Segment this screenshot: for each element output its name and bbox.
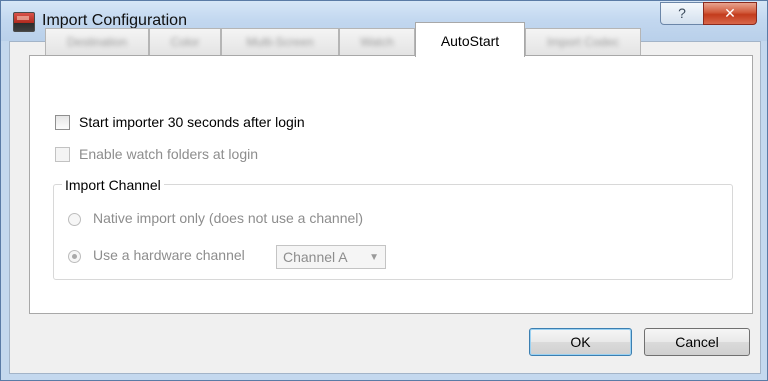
watch-folders-checkbox[interactable]: [55, 147, 70, 162]
help-button[interactable]: ?: [660, 2, 704, 25]
watch-folders-label[interactable]: Enable watch folders at login: [79, 146, 258, 162]
channel-select[interactable]: Channel A ▼: [276, 245, 386, 269]
tab-label: Import Codec: [546, 35, 620, 49]
tab-label: Color: [170, 35, 200, 49]
native-import-radio[interactable]: [68, 213, 81, 226]
tab-label: AutoStart: [440, 33, 500, 49]
tab-multi-screen[interactable]: Multi-Screen: [221, 28, 339, 56]
tab-color[interactable]: Color: [149, 28, 221, 56]
import-channel-group: [53, 184, 733, 280]
hardware-channel-label[interactable]: Use a hardware channel: [93, 247, 245, 263]
ok-button[interactable]: OK: [529, 328, 632, 356]
hardware-channel-radio[interactable]: [68, 250, 81, 263]
tab-watch[interactable]: Watch: [339, 28, 415, 56]
start-importer-checkbox[interactable]: [55, 115, 70, 130]
help-icon: ?: [678, 5, 686, 21]
tab-import-codec[interactable]: Import Codec: [525, 28, 641, 56]
chevron-down-icon: ▼: [369, 252, 379, 263]
tab-destination[interactable]: Destination: [45, 28, 149, 56]
tab-label: Destination: [66, 35, 128, 49]
start-importer-label[interactable]: Start importer 30 seconds after login: [79, 114, 305, 130]
import-channel-group-title: Import Channel: [62, 177, 164, 193]
app-icon: [13, 12, 35, 32]
tab-label: Watch: [360, 35, 394, 49]
close-button[interactable]: ✕: [703, 2, 757, 25]
tab-label: Multi-Screen: [246, 35, 314, 49]
close-icon: ✕: [724, 5, 736, 21]
tab-autostart[interactable]: AutoStart: [415, 22, 525, 57]
native-import-label[interactable]: Native import only (does not use a chann…: [93, 210, 363, 226]
dialog-window: Import Configuration ? ✕ Destination Col…: [0, 0, 768, 381]
channel-select-value: Channel A: [283, 249, 348, 265]
cancel-button[interactable]: Cancel: [644, 328, 750, 356]
